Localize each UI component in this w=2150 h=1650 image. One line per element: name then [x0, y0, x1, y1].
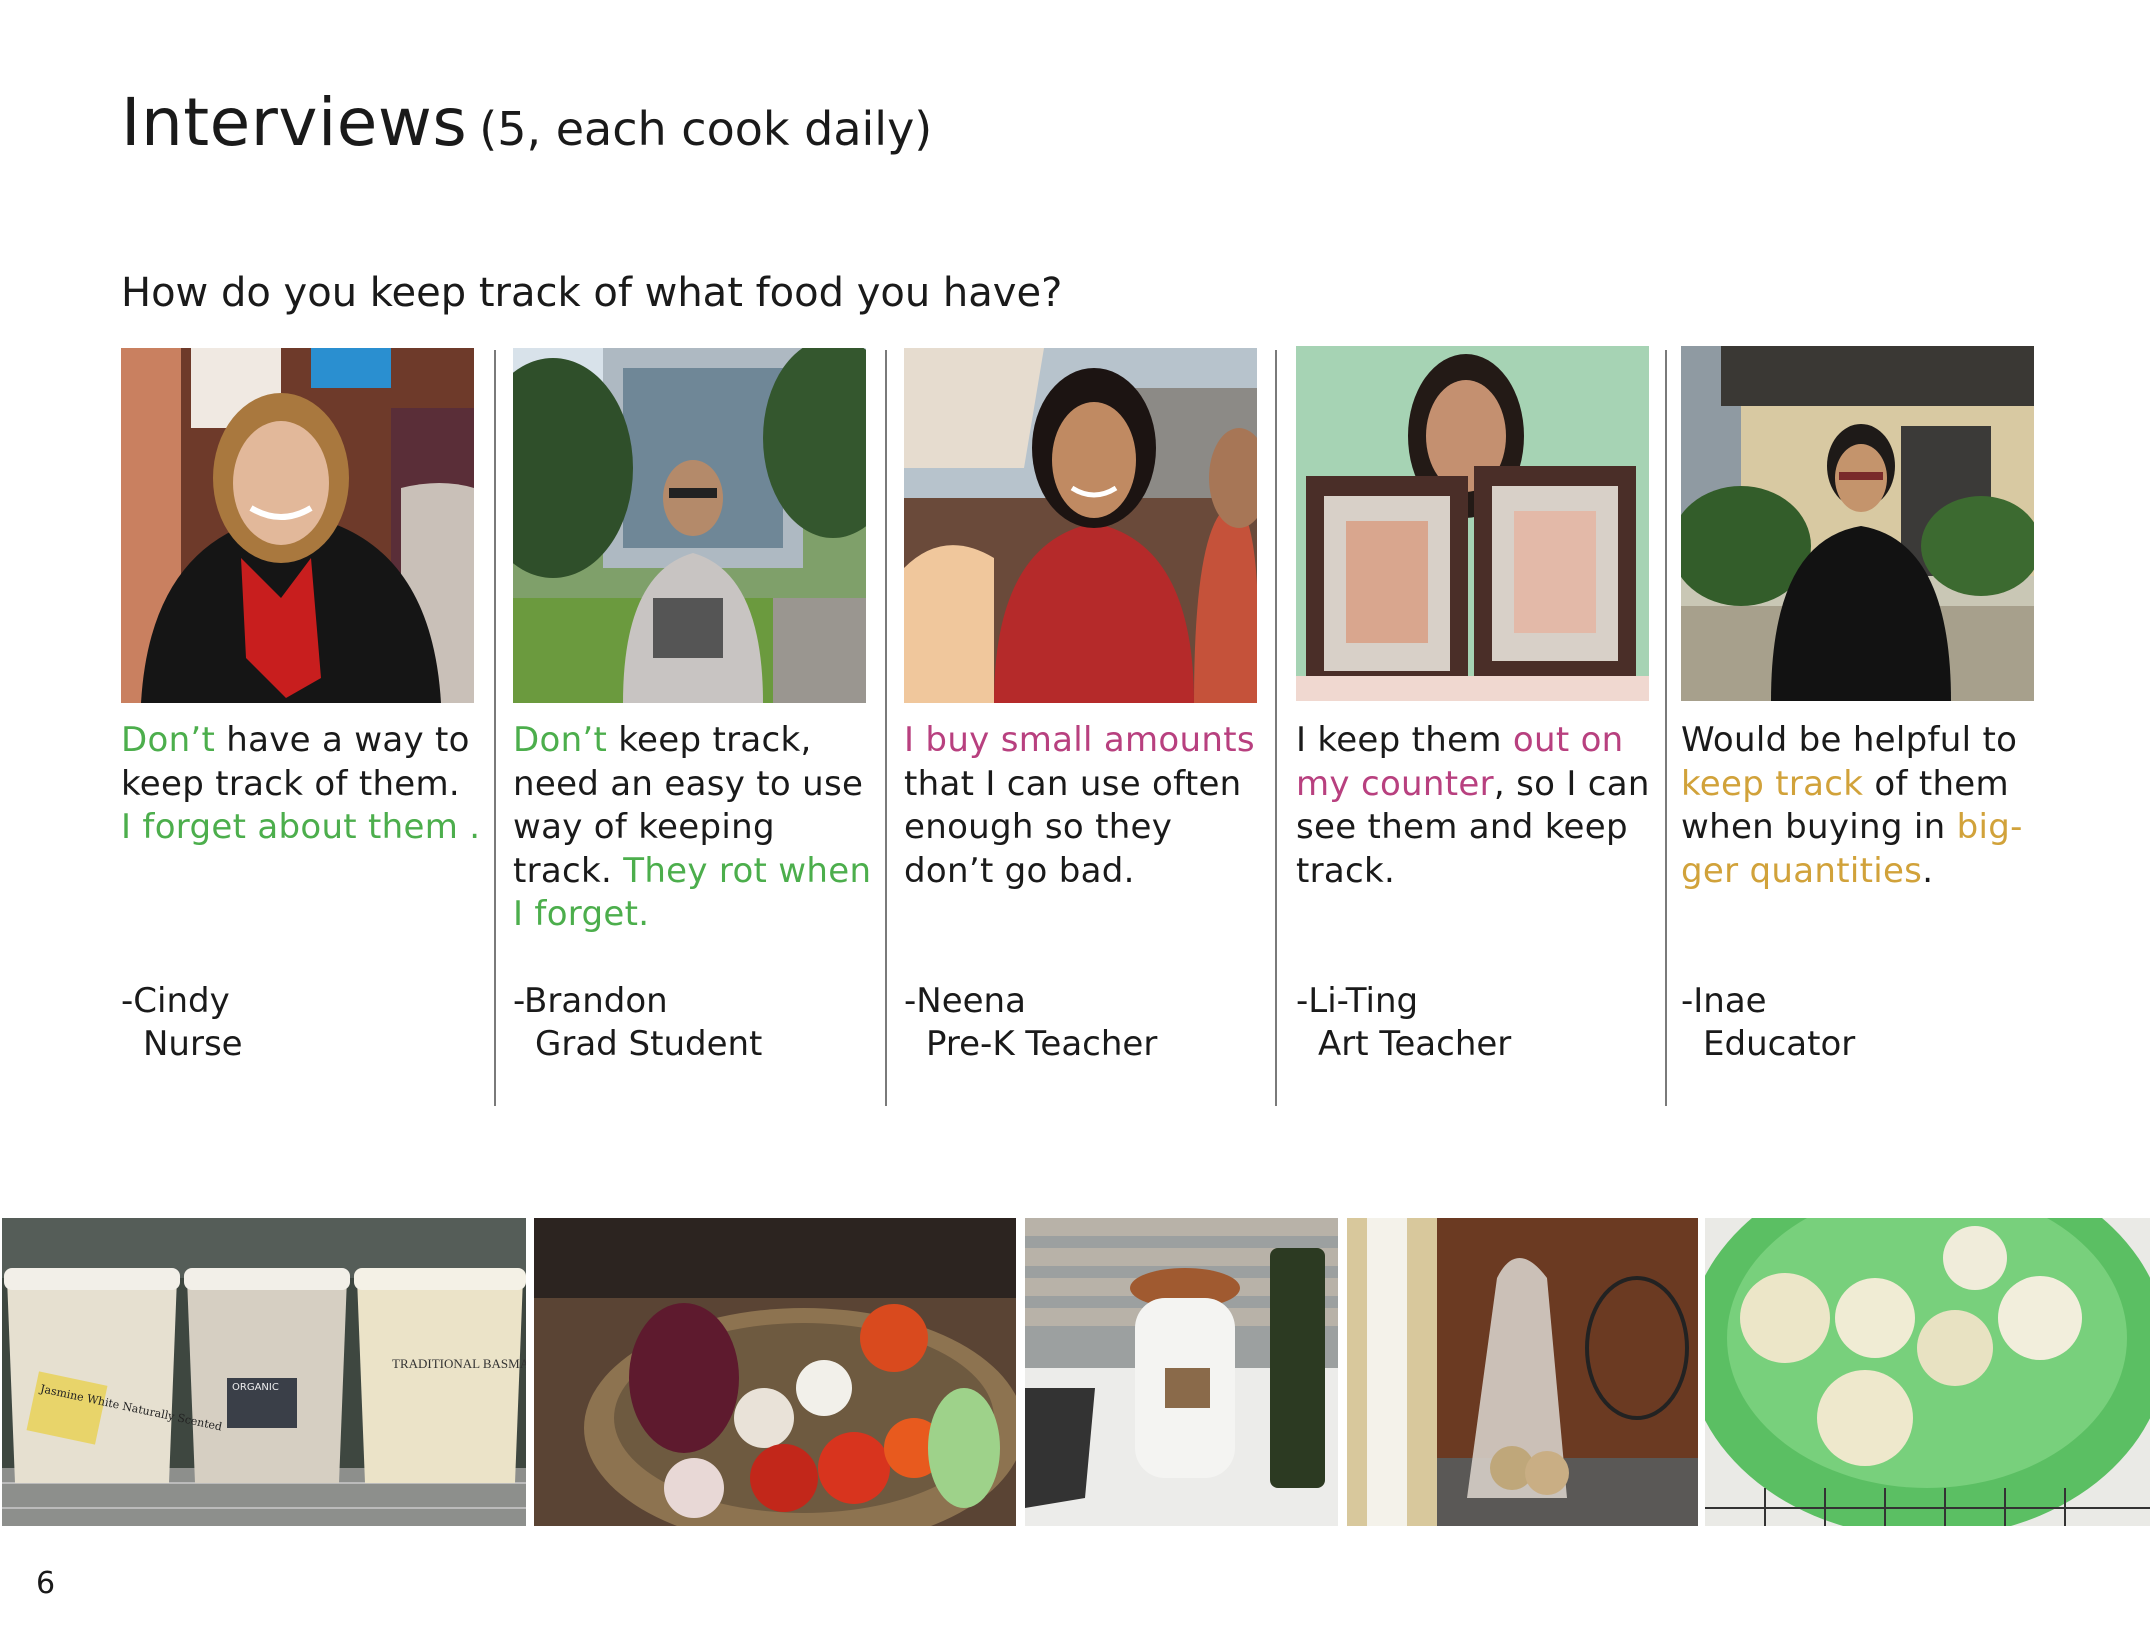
- column-divider: [885, 350, 887, 1106]
- interviewee-role: Educator: [1703, 1024, 1856, 1064]
- quote-brandon: Don’t keep track, need an easy to use wa…: [513, 719, 873, 937]
- rice-label-basmati: TRADITIONAL BASMATI RICE: [392, 1356, 526, 1371]
- quote-inae: Would be helpful to keep track of them w…: [1681, 719, 2041, 893]
- portrait-photo-brandon: [513, 348, 866, 703]
- column-divider: [1275, 350, 1277, 1106]
- title-main: Interviews: [121, 84, 468, 161]
- photo-onion-bag: [1347, 1218, 1698, 1526]
- portrait-photo-liting: [1296, 346, 1649, 701]
- quote-text: Would be helpful to: [1681, 720, 2018, 760]
- quote-highlight: Don’t: [513, 720, 608, 760]
- quote-text: I keep them: [1296, 720, 1513, 760]
- interviewee-name: -Inae: [1681, 981, 1767, 1021]
- interview-column-liting: I keep them out on my counter, so I can …: [1296, 346, 1656, 1064]
- quote-highlight: keep track: [1681, 763, 1864, 804]
- photo-onion-bowl: [1705, 1218, 2150, 1526]
- quote-highlight: I buy small amounts: [904, 720, 1255, 760]
- photo-rice-containers: Jasmine White Naturally Scented ORGANIC …: [2, 1218, 526, 1526]
- interviewee-role: Grad Student: [535, 1024, 763, 1064]
- portrait-photo-cindy: [121, 348, 474, 703]
- interview-column-neena: I buy small amounts that I can use often…: [904, 348, 1264, 1064]
- interviewee-role: Art Teacher: [1318, 1024, 1512, 1064]
- page-number: 6: [36, 1566, 56, 1601]
- quote-text: that I can use often enough so they don’…: [904, 763, 1242, 891]
- page-title: Interviews (5, each cook daily): [121, 84, 932, 161]
- quote-highlight: I forget about them .: [121, 807, 481, 847]
- portrait-photo-neena: [904, 348, 1257, 703]
- attribution-cindy: -Cindy Nurse: [121, 980, 243, 1066]
- interview-question: How do you keep track of what food you h…: [121, 270, 1063, 316]
- photo-vegetable-basket: [534, 1218, 1016, 1526]
- interview-column-inae: Would be helpful to keep track of them w…: [1681, 346, 2041, 1064]
- attribution-neena: -Neena Pre-K Teacher: [904, 980, 1157, 1066]
- rice-label-organic: ORGANIC: [232, 1382, 279, 1393]
- quote-cindy: Don’t have a way to keep track of them. …: [121, 719, 481, 850]
- quote-text: .: [1922, 850, 1934, 891]
- interview-column-cindy: Don’t have a way to keep track of them. …: [121, 348, 481, 1064]
- interviewee-name: -Neena: [904, 981, 1026, 1021]
- interviewee-name: -Li-Ting: [1296, 981, 1419, 1021]
- interview-column-brandon: Don’t keep track, need an easy to use wa…: [513, 348, 873, 1064]
- column-divider: [494, 350, 496, 1106]
- interviewee-role: Pre-K Teacher: [926, 1024, 1158, 1064]
- interviewee-name: -Brandon: [513, 981, 668, 1021]
- column-divider: [1665, 350, 1667, 1106]
- interviewee-role: Nurse: [143, 1024, 243, 1064]
- attribution-brandon: -Brandon Grad Student: [513, 980, 762, 1066]
- quote-liting: I keep them out on my counter, so I can …: [1296, 719, 1656, 893]
- attribution-liting: -Li-Ting Art Teacher: [1296, 980, 1511, 1066]
- interviewee-name: -Cindy: [121, 981, 230, 1021]
- quote-highlight: Don’t: [121, 720, 216, 760]
- portrait-photo-inae: [1681, 346, 2034, 701]
- quote-neena: I buy small amounts that I can use often…: [904, 719, 1264, 893]
- title-subtitle: (5, each cook daily): [479, 102, 933, 156]
- attribution-inae: -Inae Educator: [1681, 980, 1855, 1066]
- photo-ceramic-jar: [1025, 1218, 1338, 1526]
